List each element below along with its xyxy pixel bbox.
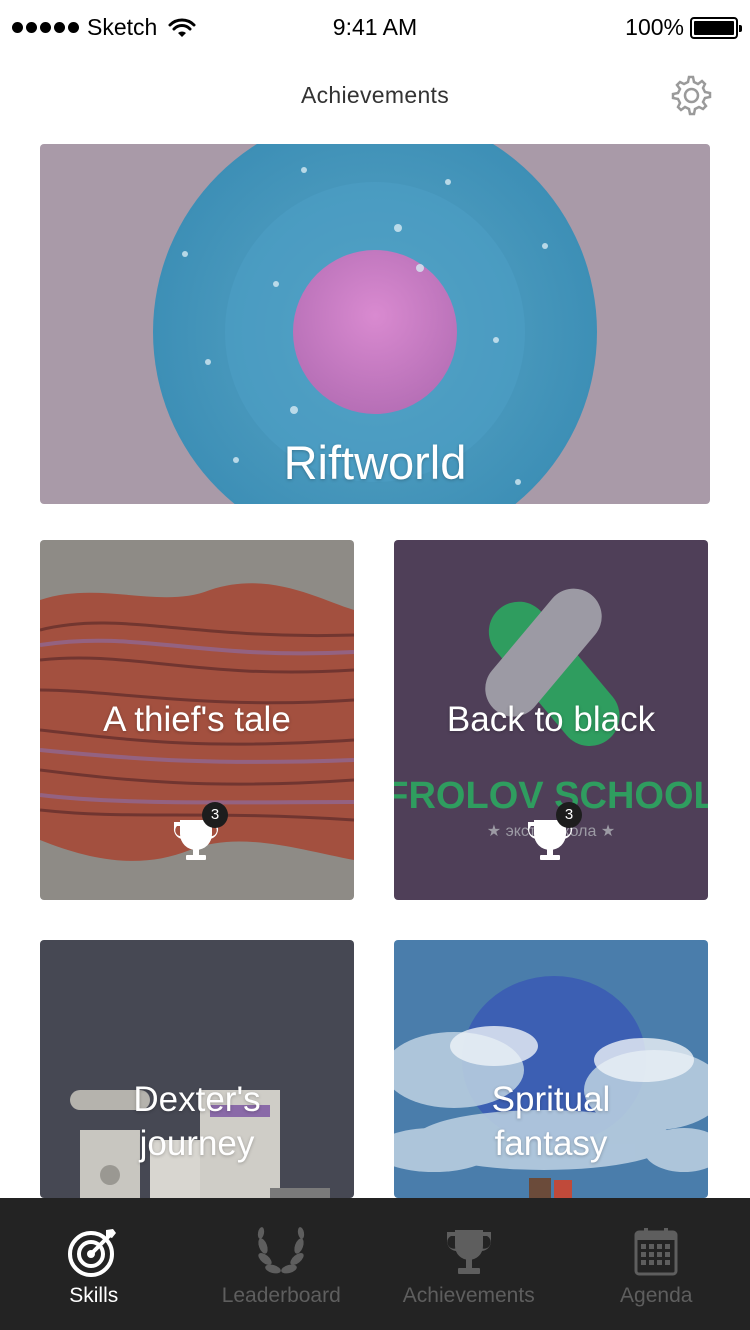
gear-icon[interactable] — [668, 73, 712, 117]
card-title: A thief's tale — [103, 700, 291, 739]
tab-achievements[interactable]: Achievements — [375, 1198, 563, 1330]
card-spritual-fantasy[interactable]: Spritual fantasy — [394, 940, 708, 1198]
battery-percentage: 100% — [625, 14, 684, 40]
card-title: Dexter's journey — [40, 1078, 354, 1166]
target-icon — [67, 1229, 116, 1277]
card-dexters-journey[interactable]: Dexter's journey — [40, 940, 354, 1198]
tab-label: Achievements — [402, 1284, 535, 1307]
tab-leaderboard[interactable]: Leaderboard — [188, 1198, 376, 1330]
header: Achievements — [0, 56, 750, 136]
trophy-icon — [446, 1230, 491, 1274]
card-title-line2: journey — [139, 1123, 255, 1163]
tab-label: Skills — [69, 1284, 119, 1307]
page-title: Achievements — [300, 82, 450, 108]
tab-label: Leaderboard — [221, 1284, 341, 1307]
tab-label: Agenda — [620, 1284, 693, 1307]
status-bar: Sketch 9:41 AM 100% — [0, 0, 750, 56]
card-title-line1: Dexter's — [133, 1080, 261, 1119]
card-title-line2: fantasy — [494, 1123, 608, 1163]
tab-skills[interactable]: Skills — [0, 1198, 188, 1330]
card-title: Riftworld — [283, 436, 467, 489]
status-right: 100% — [625, 14, 742, 41]
tab-agenda[interactable]: Agenda — [563, 1198, 750, 1330]
trophy-count-badge: 3 — [556, 802, 582, 828]
card-riftworld[interactable]: Riftworld 5 — [40, 144, 710, 504]
trophy-badge: 3 — [166, 802, 228, 868]
trophy-badge: 3 — [520, 802, 582, 868]
card-a-thiefs-tale[interactable]: A thief's tale 3 — [40, 540, 354, 900]
card-title: Spritual fantasy — [394, 1078, 708, 1166]
card-title: Back to black — [446, 700, 656, 739]
trophy-count-badge: 3 — [202, 802, 228, 828]
laurel-icon — [258, 1227, 305, 1274]
card-back-to-black[interactable]: FROLOV SCHOOL ★ экстр школа ★ Back to bl… — [394, 540, 708, 900]
battery-icon — [690, 16, 742, 39]
calendar-icon — [634, 1228, 678, 1276]
tab-bar: Skills Leaderboard Achievements Agenda — [0, 1198, 750, 1330]
card-title-line1: Spritual — [491, 1080, 611, 1119]
